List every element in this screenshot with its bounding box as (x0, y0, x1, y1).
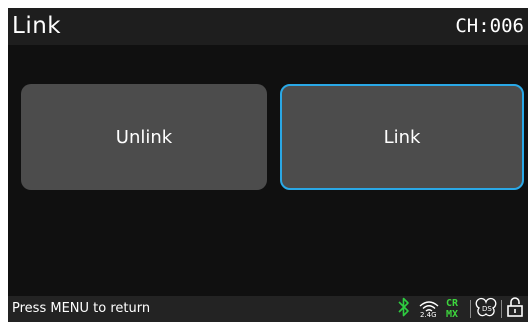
wireless-band-label: 2.4G (420, 311, 437, 319)
device-screen: Link CH:006 Unlink Link Press MENU to re… (8, 8, 528, 322)
crmx-icon: CR MX (444, 298, 466, 320)
link-button-label: Link (383, 126, 421, 148)
ds-icon: DS (475, 296, 497, 322)
channel-indicator: CH:006 (455, 15, 524, 37)
wireless-icon: 2.4G (418, 298, 440, 320)
unlink-button[interactable]: Unlink (21, 84, 267, 190)
unlink-button-label: Unlink (115, 126, 173, 148)
status-bar: Press MENU to return 2.4G CR MX DS (8, 296, 528, 322)
svg-text:DS: DS (482, 305, 492, 313)
divider (501, 300, 502, 318)
page-title: Link (12, 13, 62, 39)
unlock-icon (506, 296, 524, 322)
status-icons: 2.4G CR MX DS (396, 296, 524, 322)
header-bar: Link CH:006 (8, 8, 528, 45)
menu-hint: Press MENU to return (12, 301, 151, 316)
bluetooth-icon (396, 296, 412, 322)
crmx-bottom-label: MX (446, 309, 459, 320)
link-button[interactable]: Link (280, 84, 524, 190)
divider (470, 300, 471, 318)
crmx-top-label: CR (446, 298, 459, 309)
